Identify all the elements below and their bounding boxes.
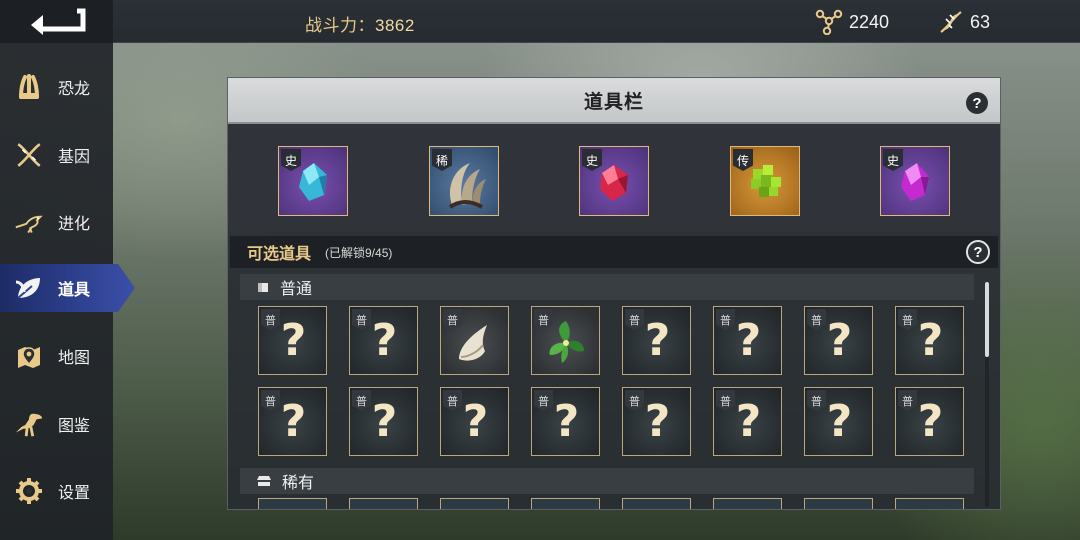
resource-dna-value: 63 (970, 11, 991, 32)
item-cell[interactable]: 普? (804, 387, 873, 456)
item-cell[interactable]: 普? (531, 387, 600, 456)
back-button[interactable] (0, 0, 113, 43)
resource-dna: 63 (938, 9, 990, 35)
resource-molecule-value: 2240 (849, 11, 890, 32)
locked-item-mark: ? (735, 315, 762, 366)
item-cell[interactable] (713, 498, 782, 509)
optional-items-header: 可选道具 (已解锁9/45) ? (230, 236, 998, 268)
dna-icon (14, 140, 44, 170)
equipped-slot[interactable]: 传 (730, 146, 800, 216)
item-cell[interactable]: 普? (804, 306, 873, 375)
map-pin-icon (14, 341, 44, 371)
locked-item-mark: ? (917, 315, 944, 366)
sidebar-item-label: 基因 (58, 149, 91, 166)
locked-item-mark: ? (371, 315, 398, 366)
item-cell[interactable] (349, 498, 418, 509)
sidebar-item-catalog[interactable]: 图鉴 (0, 400, 113, 448)
item-cell[interactable]: 普? (258, 306, 327, 375)
item-cell[interactable] (440, 498, 509, 509)
category-name: 普通 (280, 281, 313, 298)
sidebar-item-dinosaur[interactable]: 恐龙 (0, 63, 113, 111)
locked-item-mark: ? (280, 396, 307, 447)
locked-item-mark: ? (735, 396, 762, 447)
item-cell[interactable] (804, 498, 873, 509)
optional-items-title: 可选道具 (247, 246, 312, 263)
equipped-slot[interactable]: 史 (579, 146, 649, 216)
locked-item-mark: ? (917, 396, 944, 447)
item-cell[interactable]: 普? (622, 387, 691, 456)
locked-item-mark: ? (371, 396, 398, 447)
sidebar-item-label: 道具 (58, 282, 91, 299)
top-bar: 战斗力：3862 2240 63 (0, 0, 1080, 43)
locked-item-mark: ? (644, 315, 671, 366)
item-panel: 道具栏 ? 史 稀 史 传 史 可选道具 (已解锁9/45) ? 普通 普 ? … (227, 77, 1001, 510)
sidebar-item-map[interactable]: 地图 (0, 332, 113, 380)
locked-item-mark: ? (553, 396, 580, 447)
category-name: 稀有 (282, 475, 315, 492)
sidebar: 恐龙 基因 进化 道具 地图 图鉴 设置 (0, 43, 135, 540)
item-cell[interactable]: 普? (258, 387, 327, 456)
item-cell[interactable] (258, 498, 327, 509)
sidebar-item-items[interactable]: 道具 (0, 264, 135, 312)
combat-power-label: 战斗力： (305, 16, 375, 35)
equipped-slot[interactable]: 史 (880, 146, 950, 216)
help-button[interactable]: ? (966, 92, 988, 114)
sidebar-item-evolution[interactable]: 进化 (0, 198, 113, 246)
item-cell[interactable]: 普? (349, 387, 418, 456)
dna-icon (940, 11, 962, 33)
item-cell[interactable]: 普? (895, 387, 964, 456)
equipped-slot[interactable]: 稀 (429, 146, 499, 216)
sidebar-item-label: 图鉴 (58, 418, 91, 435)
sidebar-item-label: 设置 (58, 485, 91, 502)
scroll-thumb[interactable] (985, 282, 989, 357)
item-cell[interactable] (531, 498, 600, 509)
locked-item-mark: ? (280, 315, 307, 366)
panel-title: 道具栏 (583, 91, 644, 113)
help-button[interactable]: ? (966, 240, 990, 264)
gear-icon (14, 476, 44, 506)
box-icon (258, 283, 268, 292)
unlocked-count: (已解锁9/45) (325, 245, 393, 260)
sidebar-item-settings[interactable]: 设置 (0, 467, 113, 515)
scrollbar[interactable] (985, 282, 989, 507)
bird-icon (14, 207, 44, 237)
locked-item-mark: ? (462, 396, 489, 447)
panel-header: 道具栏 ? (228, 78, 1000, 124)
sidebar-item-gene[interactable]: 基因 (0, 131, 113, 179)
item-cell[interactable] (622, 498, 691, 509)
item-cell[interactable]: 普? (713, 387, 782, 456)
item-cell[interactable] (895, 498, 964, 509)
resource-molecule: 2240 (815, 9, 889, 35)
item-cell[interactable]: 普? (713, 306, 782, 375)
leaf-icon (14, 273, 44, 303)
category-header-rare: 稀有 (240, 468, 974, 494)
locked-item-mark: ? (826, 315, 853, 366)
equipped-slot[interactable]: 史 (278, 146, 348, 216)
back-arrow-icon (30, 8, 85, 35)
combat-power-value: 3862 (375, 16, 415, 35)
item-cell[interactable]: 普? (895, 306, 964, 375)
locked-item-mark: ? (644, 396, 671, 447)
locked-item-mark: ? (826, 396, 853, 447)
equipped-items-row: 史 稀 史 传 史 (228, 124, 1000, 232)
item-cell[interactable]: 普 (531, 306, 600, 375)
item-cell[interactable]: 普? (440, 387, 509, 456)
sidebar-item-label: 进化 (58, 216, 91, 233)
item-cell[interactable]: 普 (440, 306, 509, 375)
claw-icon (14, 72, 44, 102)
sidebar-item-label: 地图 (58, 350, 91, 367)
item-list[interactable]: 普通 普? 普? 普 普 普? 普? 普? 普? 普? 普 ? 普 ? 普 ? … (240, 272, 980, 509)
molecule-icon (815, 9, 843, 35)
category-header-common: 普通 (240, 274, 974, 300)
item-cell[interactable]: 普? (349, 306, 418, 375)
dinosaur-icon (14, 409, 44, 439)
sidebar-item-label: 恐龙 (58, 81, 91, 98)
combat-power: 战斗力：3862 (305, 11, 415, 36)
stack-icon (257, 476, 271, 486)
item-cell[interactable]: 普? (622, 306, 691, 375)
